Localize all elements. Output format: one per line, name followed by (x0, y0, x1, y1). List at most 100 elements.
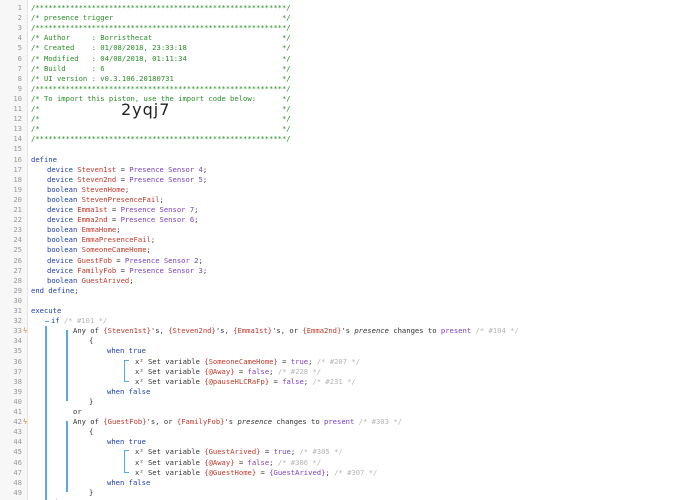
code-line[interactable]: x² Set variable {GuestArived} = true; /*… (135, 447, 690, 457)
line-number: 5 (17, 43, 22, 53)
when-true-label: when true (107, 346, 146, 356)
statement-id: /* #306 */ (277, 457, 322, 467)
code-line[interactable]: execute (31, 306, 690, 316)
code-line[interactable]: /* presence trigger */ (31, 13, 690, 23)
line-number: 19 (13, 184, 22, 194)
line-number: 16 (13, 154, 22, 164)
line-number: 35 (13, 346, 22, 356)
code-line[interactable]: /* */ (31, 124, 690, 134)
execute-keyword: execute (31, 306, 62, 315)
line-number: 30 (13, 295, 22, 305)
code-line[interactable]: device Steven2nd = Presence Sensor 5; (47, 175, 690, 185)
code-line[interactable]: if /* #101 */ (51, 316, 690, 326)
import-code: 2yqj7 (121, 100, 171, 120)
assigned-value: false (282, 376, 304, 386)
set-variable-label: Set variable (147, 467, 200, 477)
code-line[interactable]: } (89, 397, 690, 407)
device-value: Presence Sensor 7 (120, 205, 195, 214)
condition-anyof: Any of (73, 417, 104, 427)
code-line[interactable]: } (89, 488, 690, 498)
line-number: 41 (13, 407, 22, 416)
code-line[interactable]: device GuestFob = Presence Sensor 2; (47, 256, 690, 266)
condition-device: {Emma2nd} (302, 326, 342, 336)
condition-flag-icon: ϟ (23, 418, 28, 427)
when-true-bracket-1 (124, 359, 129, 382)
line-number: 34 (13, 336, 22, 346)
line-number: 13 (13, 124, 22, 134)
declaration-type: boolean (47, 245, 78, 255)
set-variable-label: Set variable (147, 376, 200, 386)
code-line[interactable]: or (73, 407, 690, 417)
code-line[interactable]: when true (107, 437, 690, 447)
line-number: 22 (13, 215, 22, 225)
header-comment: /* Author : Borristhecat */ (31, 33, 291, 43)
condition-operator: changes to (276, 417, 320, 427)
variable-name: Steven1st (77, 164, 117, 174)
code-line[interactable]: x² Set variable {@Away} = false; /* #306… (135, 458, 690, 468)
assigned-value: false (247, 366, 270, 376)
code-line[interactable]: /* Author : Borristhecat */ (31, 33, 690, 43)
code-line[interactable]: /* UI version : v0.3.106.20180731 */ (31, 74, 690, 84)
code-line[interactable]: x² Set variable {SomeoneCameHome} = true… (135, 357, 690, 367)
line-number: 14 (13, 134, 22, 144)
declaration-type: boolean (47, 194, 78, 204)
target-variable: {@GuestHome} (204, 467, 257, 477)
header-comment: /* Created : 01/08/2018, 23:33:18 */ (31, 43, 291, 53)
header-comment: /***************************************… (31, 23, 291, 33)
line-number: 12 (13, 114, 22, 124)
condition-attribute: presence (237, 417, 273, 427)
code-line[interactable]: /***************************************… (31, 3, 690, 13)
condition-flag-icon: ϟ (23, 327, 28, 336)
code-line[interactable]: when true (107, 346, 690, 356)
piston-code-editor[interactable]: 1 2 3 4 5 6 7 8 9 10 11 12 13 14 15 16 17 18 19 20 21 22 23 24 2… (0, 0, 690, 500)
brace-close: } (89, 487, 94, 497)
or-keyword: or (73, 407, 82, 416)
line-number: 1 (17, 3, 22, 12)
code-line[interactable]: x² Set variable {@GuestHome} = {GuestAri… (135, 468, 690, 478)
code-line[interactable]: /* */2yqj7 (31, 102, 690, 124)
code-line[interactable]: boolean SomeoneCameHome; (47, 245, 690, 255)
statement-id: /* #307 */ (334, 467, 378, 477)
code-line[interactable]: device Emma1st = Presence Sensor 7; (47, 205, 690, 215)
line-number: 29 (13, 285, 22, 295)
line-number: 27 (13, 265, 22, 275)
code-line[interactable]: boolean StevenPresenceFail; (47, 195, 690, 205)
line-number: 49 (13, 487, 22, 497)
code-line[interactable]: /* Modified : 04/08/2018, 01:11:34 */ (31, 54, 690, 64)
code-line[interactable]: Any of {Steven1st}'s, {Steven2nd}'s, {Em… (73, 326, 690, 336)
brace-open: { (89, 427, 94, 437)
code-line[interactable]: when false (107, 387, 690, 397)
code-line[interactable]: /***************************************… (31, 84, 690, 94)
line-number: 25 (13, 245, 22, 255)
assigned-value: {GuestArived} (269, 467, 326, 477)
code-line[interactable]: define (31, 155, 690, 165)
code-line[interactable]: device Steven1st = Presence Sensor 4; (47, 165, 690, 175)
code-line[interactable]: /* Build : 6 */ (31, 64, 690, 74)
code-line[interactable]: x² Set variable {@Away} = false; /* #228… (135, 367, 690, 377)
line-number: 39 (13, 386, 22, 396)
code-line[interactable]: boolean EmmaHome; (47, 225, 690, 235)
condition-device: {Steven1st} (103, 326, 151, 336)
line-number: 15 (13, 144, 22, 154)
code-line[interactable]: /***************************************… (31, 134, 690, 144)
condition-bar-1 (66, 330, 68, 401)
line-number: 46 (13, 457, 22, 467)
code-line[interactable]: device Emma2nd = Presence Sensor 6; (47, 215, 690, 225)
declaration-type: device (47, 164, 73, 174)
code-line[interactable]: Any of {GuestFob}'s, or {FamilyFob}'s pr… (73, 417, 690, 427)
code-line[interactable]: boolean StevenHome; (47, 185, 690, 195)
code-line[interactable]: { (89, 427, 690, 437)
code-line[interactable]: boolean EmmaPresenceFail; (47, 235, 690, 245)
line-number: 42 (13, 417, 22, 427)
code-line[interactable]: boolean GuestArived; (47, 276, 690, 286)
code-line[interactable]: device FamilyFob = Presence Sensor 3; (47, 266, 690, 276)
declaration-type: device (47, 265, 73, 275)
code-line[interactable]: x² Set variable {@pauseHLCRaFp} = false;… (135, 377, 690, 387)
code-line[interactable]: /* Created : 01/08/2018, 23:33:18 */ (31, 43, 690, 53)
code-line[interactable]: /***************************************… (31, 23, 690, 33)
code-line[interactable]: { (89, 336, 690, 346)
declaration-type: boolean (47, 184, 78, 194)
code-line[interactable]: end define; (31, 286, 690, 296)
device-value: Presence Sensor 6 (120, 215, 195, 225)
code-line[interactable]: when false (107, 478, 690, 488)
